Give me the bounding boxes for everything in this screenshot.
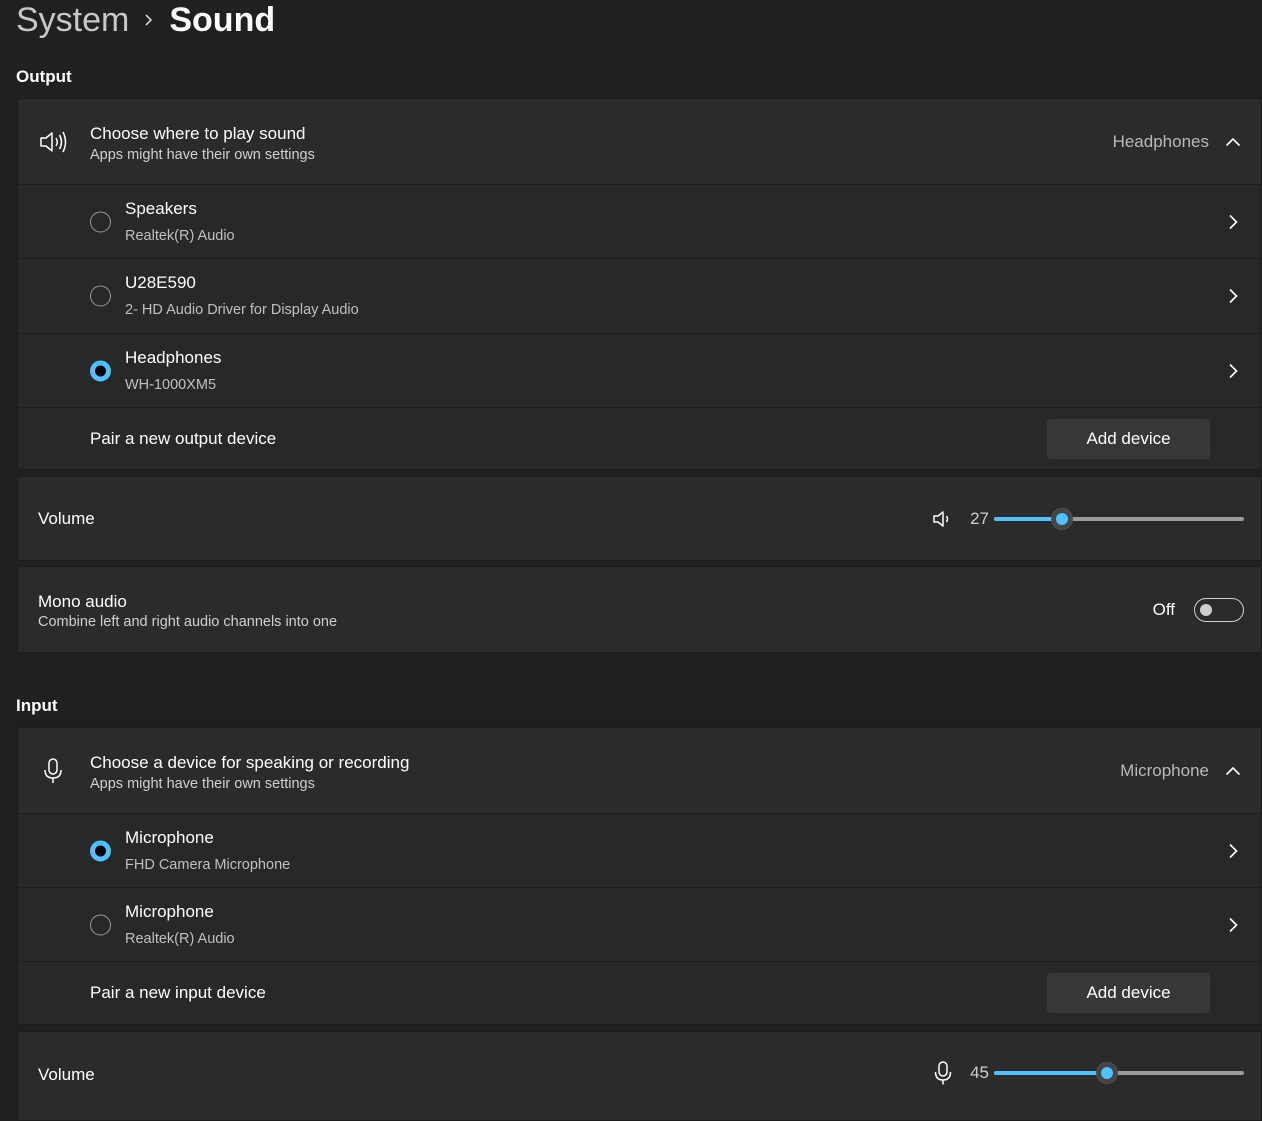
chevron-right-icon[interactable] xyxy=(1223,915,1243,935)
microphone-mute-toggle-icon[interactable] xyxy=(931,1061,955,1085)
add-input-device-button[interactable]: Add device xyxy=(1047,973,1210,1013)
device-description: 2- HD Audio Driver for Display Audio xyxy=(125,302,359,318)
input-device-option[interactable]: Microphone FHD Camera Microphone xyxy=(18,813,1261,887)
mono-audio-state: Off xyxy=(1152,599,1175,619)
device-radio-button-selected[interactable] xyxy=(90,840,111,861)
mono-audio-subtitle: Combine left and right audio channels in… xyxy=(38,614,338,630)
input-section-title: Input xyxy=(16,696,58,715)
speaker-icon xyxy=(38,127,68,157)
device-name: Microphone xyxy=(125,902,214,921)
pair-output-device-label: Pair a new output device xyxy=(90,428,277,448)
breadcrumb: System Sound xyxy=(16,0,275,40)
chevron-up-icon[interactable] xyxy=(1223,132,1243,152)
input-volume-slider[interactable] xyxy=(994,1062,1244,1084)
output-volume-card: Volume 27 xyxy=(17,476,1262,561)
input-volume-card: Volume 45 xyxy=(17,1031,1262,1121)
page-title: Sound xyxy=(169,1,276,39)
breadcrumb-system-link[interactable]: System xyxy=(16,0,129,40)
output-chooser-subtitle: Apps might have their own settings xyxy=(90,147,315,163)
input-device-card: Choose a device for speaking or recordin… xyxy=(17,727,1262,1025)
speaker-mute-toggle-icon[interactable] xyxy=(931,507,955,531)
chevron-right-icon[interactable] xyxy=(1223,361,1243,381)
mono-audio-title: Mono audio xyxy=(38,592,127,611)
input-chooser-subtitle: Apps might have their own settings xyxy=(90,776,315,792)
device-name: Speakers xyxy=(125,199,197,218)
input-chooser-title: Choose a device for speaking or recordin… xyxy=(90,753,410,772)
chevron-up-icon[interactable] xyxy=(1223,761,1243,781)
output-chooser-title: Choose where to play sound xyxy=(90,124,306,143)
output-section-title: Output xyxy=(16,67,72,86)
device-radio-button[interactable] xyxy=(90,285,111,307)
input-volume-label: Volume xyxy=(38,1065,95,1084)
device-radio-button-selected[interactable] xyxy=(90,360,111,381)
device-description: WH-1000XM5 xyxy=(125,377,217,393)
device-description: Realtek(R) Audio xyxy=(125,931,235,947)
pair-output-device-row: Pair a new output device Add device xyxy=(18,407,1261,469)
device-description: Realtek(R) Audio xyxy=(125,228,235,244)
slider-thumb[interactable] xyxy=(1095,1062,1118,1084)
output-device-option[interactable]: U28E590 2- HD Audio Driver for Display A… xyxy=(18,258,1261,333)
input-volume-value: 45 xyxy=(970,1063,989,1082)
output-selected-device: Headphones xyxy=(1112,131,1209,151)
pair-input-device-row: Pair a new input device Add device xyxy=(18,961,1261,1024)
slider-fill xyxy=(994,1071,1107,1075)
output-device-option[interactable]: Headphones WH-1000XM5 xyxy=(18,333,1261,407)
device-description: FHD Camera Microphone xyxy=(125,857,291,873)
output-device-option[interactable]: Speakers Realtek(R) Audio xyxy=(18,184,1261,258)
slider-thumb[interactable] xyxy=(1050,507,1073,530)
input-selected-device: Microphone xyxy=(1120,760,1209,780)
mono-audio-card: Mono audio Combine left and right audio … xyxy=(17,566,1262,653)
device-name: Microphone xyxy=(125,828,214,847)
chevron-right-icon xyxy=(129,13,169,27)
output-device-chooser[interactable]: Choose where to play sound Apps might ha… xyxy=(18,99,1261,184)
output-volume-label: Volume xyxy=(38,508,95,528)
add-output-device-button[interactable]: Add device xyxy=(1047,418,1210,459)
device-radio-button[interactable] xyxy=(90,914,111,935)
input-device-option[interactable]: Microphone Realtek(R) Audio xyxy=(18,887,1261,961)
chevron-right-icon[interactable] xyxy=(1223,212,1243,232)
device-name: U28E590 xyxy=(125,273,196,292)
device-radio-button[interactable] xyxy=(90,211,111,232)
chevron-right-icon[interactable] xyxy=(1223,286,1243,306)
input-device-chooser[interactable]: Choose a device for speaking or recordin… xyxy=(18,728,1261,813)
mono-audio-toggle[interactable] xyxy=(1194,597,1244,622)
output-volume-slider[interactable] xyxy=(994,507,1244,530)
chevron-right-icon[interactable] xyxy=(1223,841,1243,861)
pair-input-device-label: Pair a new input device xyxy=(90,983,266,1002)
device-name: Headphones xyxy=(125,348,222,367)
microphone-icon xyxy=(38,756,68,786)
output-device-card: Choose where to play sound Apps might ha… xyxy=(17,98,1262,470)
output-volume-value: 27 xyxy=(970,508,989,528)
